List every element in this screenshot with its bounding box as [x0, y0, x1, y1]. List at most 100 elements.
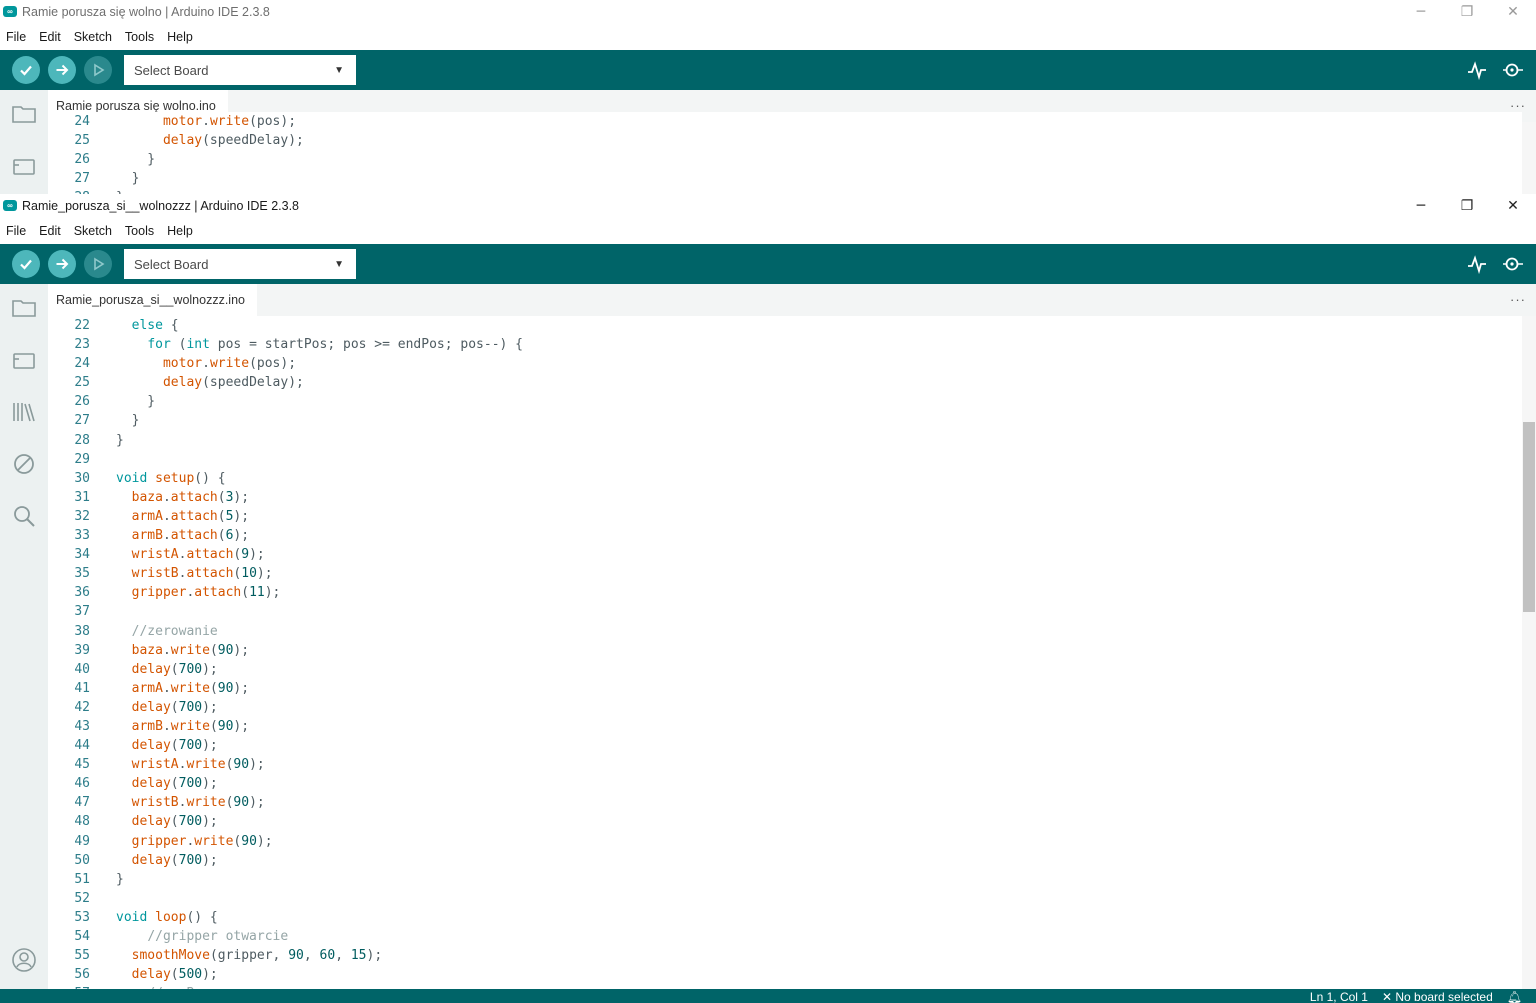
- menu-tools[interactable]: Tools: [125, 224, 154, 238]
- menu-sketch[interactable]: Sketch: [74, 30, 112, 44]
- boards-manager-button[interactable]: [10, 346, 38, 374]
- more-icon[interactable]: ···: [1510, 292, 1526, 307]
- code-line: 25 delay(speedDelay);: [48, 373, 1522, 392]
- tab-bar: Ramie_porusza_si__wolnozzz.ino ···: [48, 284, 1536, 316]
- minimize-icon[interactable]: ─: [1398, 0, 1444, 23]
- code-text: armA.attach(5);: [131, 508, 250, 524]
- restore-icon[interactable]: ❐: [1444, 194, 1490, 217]
- code-line: 44 delay(700);: [48, 736, 1522, 755]
- code-text: baza.attach(3);: [131, 489, 250, 505]
- sketchbook-button[interactable]: [10, 100, 38, 128]
- line-number: 34: [74, 547, 90, 563]
- verify-button[interactable]: [12, 250, 40, 278]
- menu-help[interactable]: Help: [167, 224, 193, 238]
- line-number: 28: [74, 432, 90, 448]
- account-button[interactable]: [10, 946, 38, 974]
- debug-panel-button[interactable]: [10, 450, 38, 478]
- search-button[interactable]: [10, 502, 38, 530]
- menu-file[interactable]: File: [6, 30, 26, 44]
- board-icon: [13, 159, 35, 175]
- code-text: }: [116, 394, 156, 410]
- code-line: 50 delay(700);: [48, 851, 1522, 870]
- line-number: 50: [74, 852, 90, 868]
- restore-icon[interactable]: ❐: [1444, 0, 1490, 23]
- code-line: 54 //gripper otwarcie: [48, 927, 1522, 946]
- code-text: armB.write(90);: [131, 718, 250, 734]
- code-text: void setup() {: [116, 470, 226, 486]
- code-text: armB.attach(6);: [131, 528, 250, 544]
- debug-button[interactable]: [84, 56, 112, 84]
- arduino-app-icon: ∞: [3, 200, 17, 211]
- check-icon: [20, 259, 32, 270]
- close-icon[interactable]: ✕: [1490, 0, 1536, 23]
- line-number: 35: [74, 566, 90, 582]
- code-line: 53 void loop() {: [48, 908, 1522, 927]
- code-line: 39 baza.write(90);: [48, 641, 1522, 660]
- pulse-icon[interactable]: [1466, 59, 1488, 81]
- monitor-icon[interactable]: [1502, 59, 1524, 81]
- code-text: void loop() {: [116, 909, 218, 925]
- minimize-icon[interactable]: ─: [1398, 194, 1444, 217]
- back-window[interactable]: ∞ Ramie porusza się wolno | Arduino IDE …: [0, 0, 1536, 194]
- sketchbook-button[interactable]: [10, 294, 38, 322]
- status-bar: Ln 1, Col 1 ✕ No board selected 🔔︎: [0, 989, 1536, 1003]
- tab-sketch[interactable]: Ramie_porusza_si__wolnozzz.ino: [48, 284, 257, 316]
- cursor-position[interactable]: Ln 1, Col 1: [1310, 989, 1368, 1003]
- code-text: delay(700);: [131, 738, 218, 754]
- board-select-label: Select Board: [134, 62, 209, 78]
- board-select[interactable]: Select Board ▼: [124, 55, 356, 85]
- menu-help[interactable]: Help: [167, 30, 193, 44]
- board-status[interactable]: ✕ No board selected: [1382, 989, 1493, 1003]
- upload-button[interactable]: [48, 250, 76, 278]
- scrollbar-thumb[interactable]: [1523, 422, 1535, 612]
- title-bar: ∞ Ramie porusza się wolno | Arduino IDE …: [0, 0, 1536, 23]
- upload-button[interactable]: [48, 56, 76, 84]
- monitor-icon[interactable]: [1502, 253, 1524, 275]
- line-number: 36: [74, 585, 90, 601]
- bell-icon[interactable]: 🔔︎: [1507, 989, 1522, 1003]
- close-icon[interactable]: ✕: [1490, 194, 1536, 217]
- line-number: 51: [74, 871, 90, 887]
- line-number: 47: [74, 795, 90, 811]
- vertical-scrollbar[interactable]: [1522, 122, 1536, 194]
- front-window[interactable]: ∞ Ramie_porusza_si__wolnozzz | Arduino I…: [0, 194, 1536, 1003]
- code-line: 46 delay(700);: [48, 774, 1522, 793]
- line-number: 29: [74, 451, 90, 467]
- code-editor[interactable]: 22 else {23 for (int pos = startPos; pos…: [48, 316, 1522, 989]
- verify-button[interactable]: [12, 56, 40, 84]
- code-text: for (int pos = startPos; pos >= endPos; …: [147, 337, 524, 353]
- code-text: baza.write(90);: [131, 642, 250, 658]
- check-icon: [20, 65, 32, 76]
- menu-edit[interactable]: Edit: [39, 224, 61, 238]
- chevron-down-icon: ▼: [334, 258, 344, 270]
- code-editor[interactable]: 24 motor.write(pos); 25 delay(speedDelay)…: [48, 112, 1522, 194]
- chevron-down-icon: ▼: [334, 64, 344, 76]
- vertical-scrollbar[interactable]: [1522, 316, 1536, 989]
- window-title: Ramie_porusza_si__wolnozzz | Arduino IDE…: [22, 198, 300, 213]
- debug-button[interactable]: [84, 250, 112, 278]
- code-line: 26 }: [48, 150, 1522, 169]
- code-text: delay(700);: [131, 661, 218, 677]
- menu-file[interactable]: File: [6, 224, 26, 238]
- toolbar: Select Board ▼: [0, 244, 1536, 284]
- line-number: 31: [74, 489, 90, 505]
- sidebar: [0, 90, 48, 194]
- arrow-right-icon: [56, 64, 69, 76]
- board-select[interactable]: Select Board ▼: [124, 249, 356, 279]
- code-line: 52: [48, 889, 1522, 908]
- menu-edit[interactable]: Edit: [39, 30, 61, 44]
- code-line: 49 gripper.write(90);: [48, 832, 1522, 851]
- line-number: 39: [74, 642, 90, 658]
- boards-manager-button[interactable]: [10, 152, 38, 180]
- code-text: //zerowanie: [131, 623, 218, 639]
- line-number: 24: [74, 356, 90, 372]
- library-manager-button[interactable]: [10, 398, 38, 426]
- code-text: delay(700);: [131, 814, 218, 830]
- menu-tools[interactable]: Tools: [125, 30, 154, 44]
- more-icon[interactable]: ···: [1510, 98, 1526, 113]
- arrow-right-icon: [56, 258, 69, 270]
- pulse-icon[interactable]: [1466, 253, 1488, 275]
- menu-sketch[interactable]: Sketch: [74, 224, 112, 238]
- sidebar: [0, 284, 48, 1003]
- line-number: 26: [74, 394, 90, 410]
